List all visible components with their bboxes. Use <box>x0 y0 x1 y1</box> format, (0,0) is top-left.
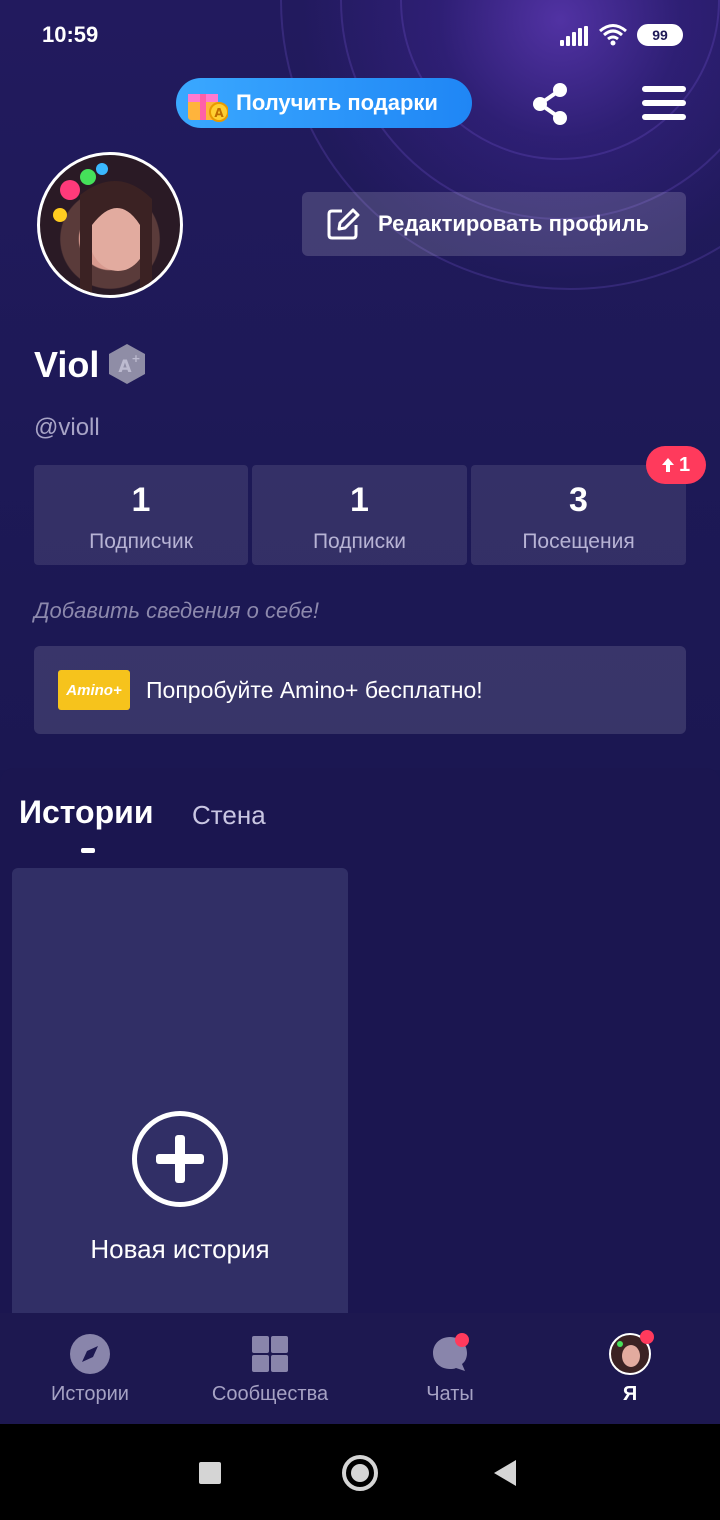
nav-label: Истории <box>51 1383 129 1405</box>
svg-text:A: A <box>118 357 132 377</box>
status-time: 10:59 <box>42 22 99 47</box>
recent-apps-icon[interactable] <box>199 1462 221 1484</box>
wifi-icon <box>599 24 627 46</box>
nav-label: Чаты <box>426 1383 474 1405</box>
compass-icon <box>70 1334 110 1374</box>
tab-wall[interactable]: Стена <box>192 800 266 831</box>
new-story-label: Новая история <box>90 1234 270 1264</box>
signal-icon <box>560 26 588 46</box>
svg-text:A: A <box>214 106 224 120</box>
back-icon[interactable] <box>494 1460 516 1486</box>
amino-plus-promo-text: Попробуйте Amino+ бесплатно! <box>146 676 483 703</box>
followers-stat[interactable]: 1 Подписчик <box>34 465 248 565</box>
menu-icon[interactable] <box>642 86 686 120</box>
stat-label: Посещения <box>522 530 635 553</box>
tab-stories[interactable]: Истории <box>19 794 153 831</box>
gift-icon: A <box>188 94 228 122</box>
edit-pencil-icon <box>327 208 360 240</box>
active-tab-indicator <box>81 848 95 853</box>
nav-item-stories[interactable]: Истории <box>0 1313 180 1424</box>
battery-icon: 99 <box>637 24 683 46</box>
home-icon[interactable] <box>342 1455 378 1491</box>
add-bio-link[interactable]: Добавить сведения о себе! <box>34 598 319 624</box>
add-circle-icon[interactable] <box>132 1111 228 1207</box>
stat-value: 3 <box>569 481 588 519</box>
amino-plus-badge-icon: A + <box>109 344 145 384</box>
battery-level: 99 <box>652 27 668 43</box>
edit-profile-button[interactable]: Редактировать профиль <box>302 192 686 256</box>
following-stat[interactable]: 1 Подписки <box>252 465 467 565</box>
amino-plus-promo-banner[interactable]: Amino+ Попробуйте Amino+ бесплатно! <box>34 646 686 734</box>
stat-label: Подписчик <box>89 530 193 553</box>
svg-text:+: + <box>131 352 140 365</box>
profile-handle: @violl <box>34 414 100 441</box>
edit-profile-label: Редактировать профиль <box>378 211 650 236</box>
chats-notification-dot <box>455 1333 469 1347</box>
visits-increase-badge: 1 <box>646 446 706 484</box>
stat-value: 1 <box>350 481 369 519</box>
profile-notification-dot <box>640 1330 654 1344</box>
stat-value: 1 <box>131 481 151 519</box>
grid-icon <box>252 1336 288 1372</box>
profile-name: Viol <box>34 344 100 385</box>
amino-plus-logo: Amino+ <box>58 670 130 710</box>
profile-stats: 1 Подписчик 1 Подписки 3 Посещения <box>34 465 686 565</box>
get-gifts-label: Получить подарки <box>236 90 438 115</box>
share-icon[interactable] <box>528 82 572 126</box>
nav-label: Я <box>622 1383 638 1405</box>
stat-label: Подписки <box>312 530 407 553</box>
nav-label: Сообщества <box>211 1383 329 1405</box>
nav-item-communities[interactable]: Сообщества <box>180 1313 360 1424</box>
nav-item-chats[interactable]: Чаты <box>360 1313 540 1424</box>
status-bar: 10:59 99 <box>0 0 720 70</box>
bottom-navigation: Истории Сообщества Чаты Я <box>0 1313 720 1424</box>
arrow-up-icon <box>661 458 674 472</box>
nav-item-me[interactable]: Я <box>540 1313 720 1424</box>
get-gifts-button[interactable]: A Получить подарки <box>176 78 472 128</box>
profile-avatar[interactable] <box>37 152 183 298</box>
visits-increase-count: 1 <box>678 453 691 476</box>
system-navigation-bar <box>0 1424 720 1520</box>
